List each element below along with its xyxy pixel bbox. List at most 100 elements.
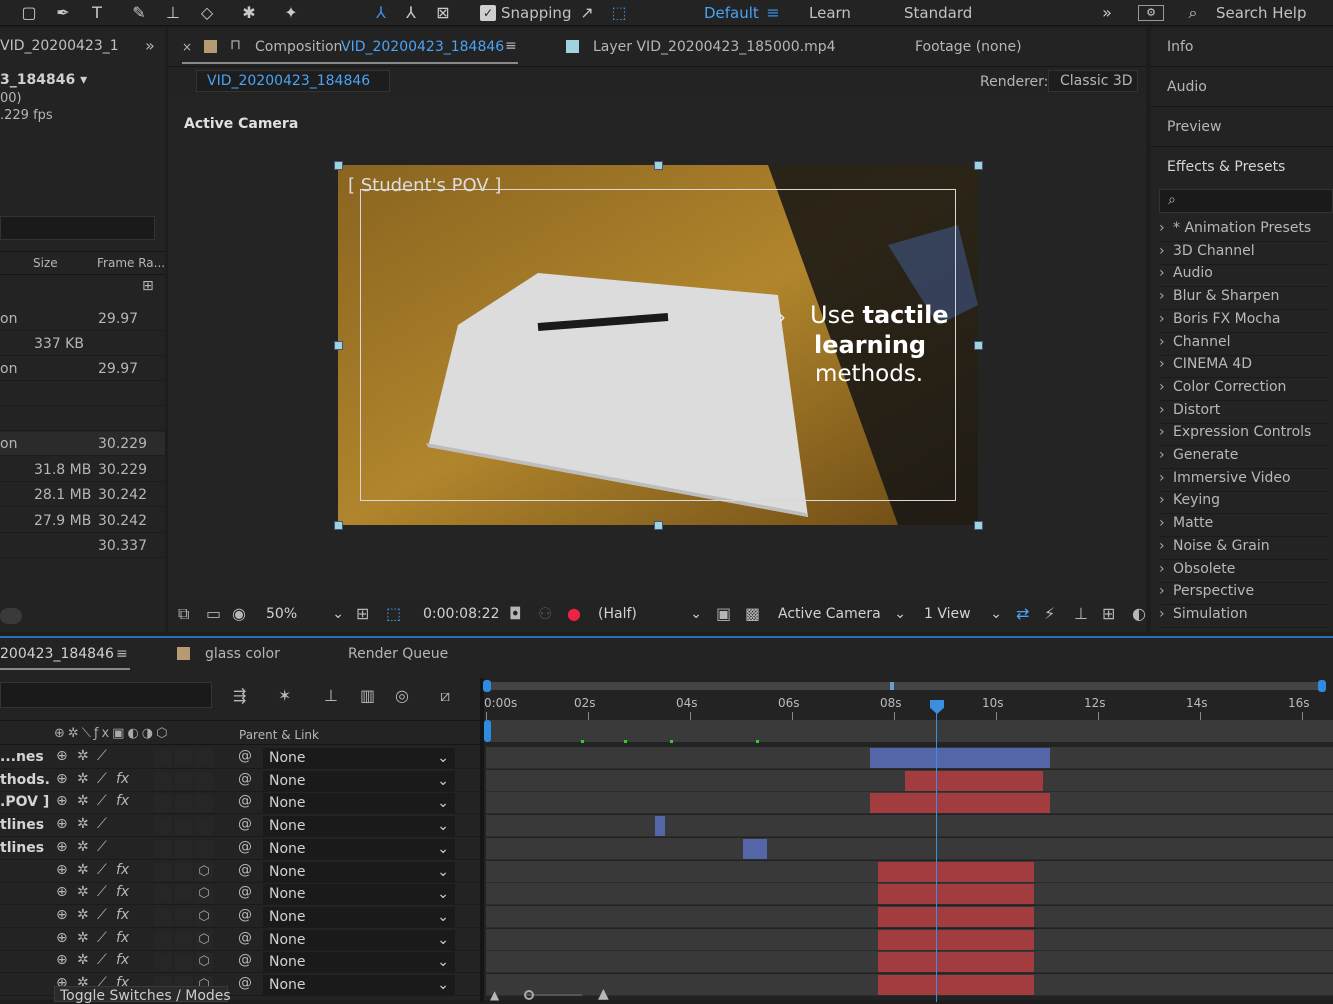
project-row[interactable]	[0, 407, 165, 431]
draft-3d-icon[interactable]: ✶	[278, 686, 291, 705]
eraser-tool-icon[interactable]: ◇	[196, 2, 218, 24]
shy-switch-icon[interactable]: ⊕	[56, 771, 68, 787]
motion-blur-switch[interactable]	[154, 953, 172, 972]
camera-view-select[interactable]: Active Camera ⌄	[772, 604, 910, 624]
effects-category[interactable]: › Obsolete	[1159, 561, 1329, 583]
time-navigator[interactable]	[486, 682, 1326, 690]
panel-expand-icon[interactable]: »	[145, 36, 155, 55]
clone-stamp-icon[interactable]: ⊥	[162, 2, 184, 24]
3d-layer-switch[interactable]	[195, 839, 213, 858]
workspace-standard[interactable]: Standard	[904, 4, 972, 22]
parent-select[interactable]: None ⌄	[263, 929, 455, 950]
adjustment-switch[interactable]	[175, 862, 193, 881]
transform-handle-bl[interactable]	[334, 521, 343, 530]
collapse-switch-icon[interactable]: ✲	[77, 839, 89, 855]
3d-layer-switch[interactable]: ⬡	[195, 885, 213, 904]
layer-row[interactable]: ⊕ ✲ ⟋ fx ⬡ @ None ⌄	[0, 883, 480, 906]
fx-switch-icon[interactable]: fx	[116, 952, 129, 968]
adjustment-switch[interactable]	[175, 839, 193, 858]
info-tab[interactable]: Info	[1167, 39, 1194, 55]
adjustment-switch[interactable]	[175, 930, 193, 949]
composition-frame[interactable]: [ Student's POV ] › Use tactile learning…	[338, 165, 978, 525]
work-area-start-handle[interactable]	[484, 720, 491, 742]
effects-category[interactable]: › CINEMA 4D	[1159, 356, 1329, 379]
type-tool-icon[interactable]: T	[86, 2, 108, 24]
brush-tool-icon[interactable]: ✎	[128, 2, 150, 24]
monitor-icon[interactable]: ▭	[206, 604, 221, 623]
layer-lane[interactable]	[486, 974, 1333, 996]
fast-previews-icon[interactable]: ▣	[716, 604, 731, 623]
3d-layer-switch[interactable]	[195, 749, 213, 767]
parent-select[interactable]: None ⌄	[263, 952, 455, 973]
preview-tab[interactable]: Preview	[1167, 119, 1222, 135]
pickwhip-icon[interactable]: @	[238, 793, 252, 809]
resolution-grid-icon[interactable]: ⊞	[356, 604, 369, 623]
project-search-input[interactable]	[0, 216, 155, 240]
layer-lane[interactable]	[486, 860, 1333, 883]
roto-brush-icon[interactable]: ✱	[238, 2, 260, 24]
toggle-switches-modes-label[interactable]: Toggle Switches / Modes	[60, 988, 231, 1004]
time-ruler[interactable]: 0:00s 02s 04s 06s 08s 10s 12s 14s 16s	[484, 694, 1333, 720]
transform-handle-b[interactable]	[654, 521, 663, 530]
fx-switch-icon[interactable]: fx	[116, 930, 129, 946]
collapse-switch-icon[interactable]: ✲	[77, 748, 89, 764]
project-row[interactable]: 337 KB	[0, 332, 165, 356]
toggle-pixel-aspect-icon[interactable]: ⇄	[1016, 604, 1029, 623]
pickwhip-icon[interactable]: @	[238, 930, 252, 946]
shy-switch-icon[interactable]: ⊕	[56, 907, 68, 923]
3d-layer-switch[interactable]: ⬡	[195, 862, 213, 881]
parent-select[interactable]: None ⌄	[263, 906, 455, 927]
layer-row[interactable]: ⊕ ✲ ⟋ fx ⬡ @ None ⌄	[0, 906, 480, 928]
layer-lane[interactable]	[486, 928, 1333, 951]
timeline-search-input[interactable]	[0, 682, 212, 708]
3d-layer-switch[interactable]	[195, 794, 213, 813]
snap-features-icon[interactable]: ⬚	[608, 2, 630, 24]
work-area-bar[interactable]	[486, 720, 1333, 742]
quality-switch-icon[interactable]: ⟋	[97, 748, 107, 764]
motion-blur-icon[interactable]: ◎	[395, 686, 409, 705]
project-row[interactable]: on 29.97	[0, 357, 165, 381]
effects-presets-tab[interactable]: Effects & Presets	[1167, 159, 1285, 175]
fx-switch-icon[interactable]: fx	[116, 907, 129, 923]
timeline-comp-tab[interactable]: 200423_184846	[0, 646, 114, 662]
pickwhip-icon[interactable]: @	[238, 975, 252, 991]
pickwhip-icon[interactable]: @	[238, 816, 252, 832]
layer-duration-bar[interactable]	[878, 906, 1034, 927]
3d-layer-switch[interactable]: ⬡	[195, 930, 213, 949]
sync-settings-icon[interactable]: ⚙	[1138, 5, 1164, 21]
shy-switch-icon[interactable]: ⊕	[56, 839, 68, 855]
effects-search-input[interactable]: ⌕	[1159, 189, 1333, 213]
comp-mini-flowchart-icon[interactable]: ⇶	[233, 686, 246, 705]
layer-duration-bar[interactable]	[870, 793, 1050, 814]
layer-duration-bar[interactable]	[655, 816, 665, 837]
shy-switch-icon[interactable]: ⊕	[56, 884, 68, 900]
effects-category[interactable]: › Matte	[1159, 515, 1329, 538]
project-row[interactable]: 28.1 MB 30.242	[0, 483, 165, 507]
adjustment-switch[interactable]	[175, 953, 193, 972]
local-axis-icon[interactable]: ⅄	[370, 2, 392, 24]
rectangle-tool-icon[interactable]: ▢	[18, 2, 40, 24]
layer-duration-bar[interactable]	[878, 884, 1034, 905]
world-axis-icon[interactable]: ⅄	[400, 2, 422, 24]
transform-handle-t[interactable]	[654, 161, 663, 170]
layer-lane[interactable]	[486, 769, 1333, 792]
resolution-select[interactable]: (Half) ⌄	[592, 604, 706, 624]
pickwhip-icon[interactable]: @	[238, 884, 252, 900]
parent-select[interactable]: None ⌄	[263, 816, 455, 837]
timeline-zoom-slider[interactable]	[526, 994, 582, 996]
effects-category[interactable]: › 3D Channel	[1159, 243, 1329, 265]
collapse-switch-icon[interactable]: ✲	[77, 884, 89, 900]
quality-switch-icon[interactable]: ⟋	[97, 839, 107, 855]
layer-duration-bar[interactable]	[870, 748, 1050, 768]
glass-color-tab[interactable]: glass color	[205, 646, 280, 662]
collapse-switch-icon[interactable]: ✲	[77, 907, 89, 923]
pickwhip-icon[interactable]: @	[238, 839, 252, 855]
transparency-grid-icon[interactable]: ▩	[745, 604, 760, 623]
quality-switch-icon[interactable]: ⟋	[97, 930, 107, 946]
parent-select[interactable]: None ⌄	[263, 884, 455, 905]
effects-category[interactable]: › Boris FX Mocha	[1159, 311, 1329, 333]
effects-category[interactable]: › Color Correction	[1159, 379, 1329, 401]
layer-duration-bar[interactable]	[878, 861, 1034, 882]
3d-layer-switch[interactable]	[195, 771, 213, 790]
parent-select[interactable]: None ⌄	[263, 793, 455, 814]
